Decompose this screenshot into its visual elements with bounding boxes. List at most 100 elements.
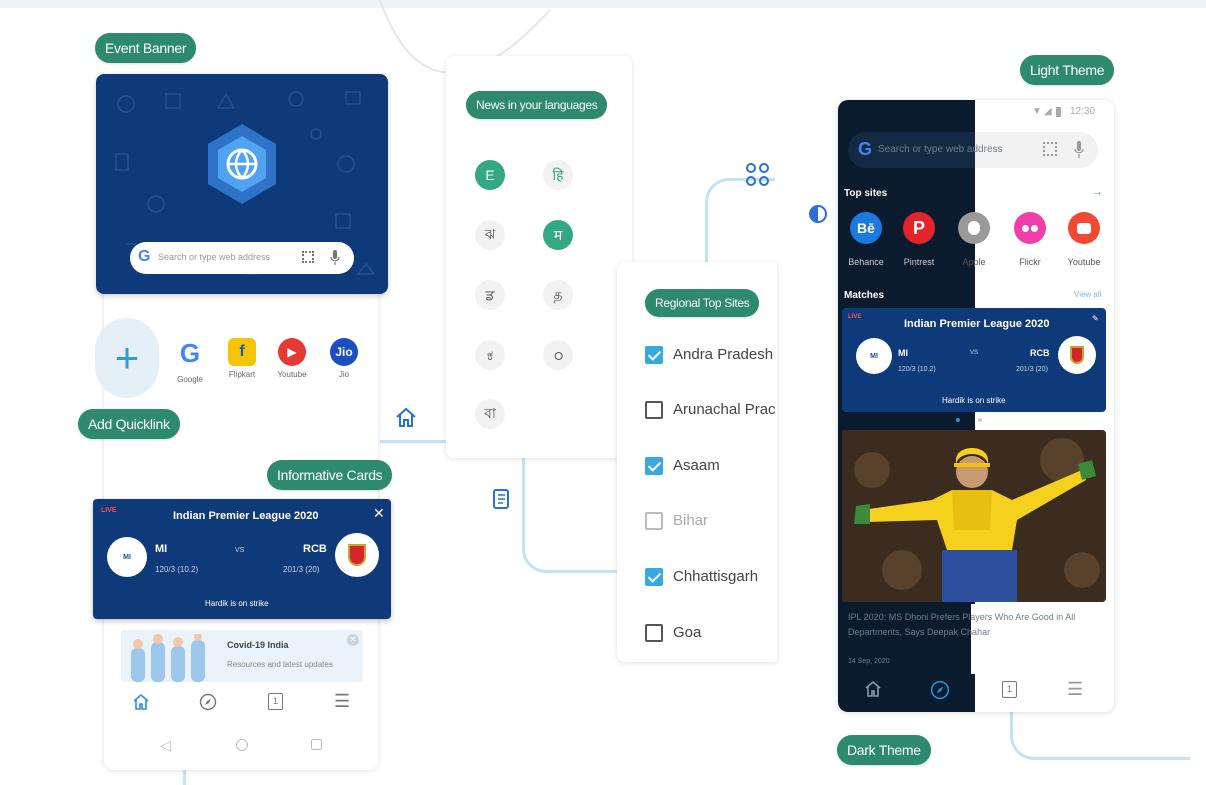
battery-icon [1056,107,1061,117]
language-bangla[interactable]: বা [475,399,505,429]
label-news-languages: News in your languages [466,91,608,119]
search-input[interactable]: Search or type web address [878,144,1003,155]
qr-scan-icon[interactable] [302,251,314,263]
live-badge: LIVE [848,314,862,320]
label-add-quicklink: Add Quicklink [78,409,180,439]
language-bengali[interactable]: ঝ [475,220,505,250]
match-status: Hardik is on strike [205,599,269,608]
news-headline-box[interactable]: IPL 2020: MS Dhoni Prefers Players Who A… [842,604,1106,674]
menu-icon[interactable]: ☰ [334,692,350,710]
google-icon: G [858,139,873,159]
language-marathi[interactable]: म [543,220,573,250]
mic-icon[interactable] [330,250,340,266]
home-icon [396,407,416,427]
qr-scan-icon[interactable] [1043,142,1057,156]
quicklink-youtube[interactable]: ▶ Youtube [272,338,312,390]
matches-label: Matches [844,290,885,301]
apple-icon[interactable] [958,212,990,244]
flickr-icon[interactable] [1014,212,1046,244]
status-bar: ▼ ◢ 12:30 [1028,104,1108,120]
plus-icon: + [114,334,140,381]
state-label: Andra Pradesh [673,346,774,363]
event-banner[interactable]: G Search or type web address [96,74,388,294]
quicklink-label: Google [177,375,203,384]
pin-icon[interactable]: ✎ [1092,314,1099,323]
match-title: Indian Premier League 2020 [904,318,1050,330]
quicklink-jio[interactable]: Jio Jio [324,338,364,390]
label-regional-top-sites: Regional Top Sites [645,289,760,317]
tabs-icon[interactable]: 1 [1002,681,1017,698]
language-tamil[interactable]: த [543,280,573,310]
checkbox-bihar[interactable] [645,512,663,530]
right-phone-frame: ▼ ◢ 12:30 G Search or type web address T… [838,100,1114,712]
checkbox-andra-pradesh[interactable] [645,346,663,364]
search-input[interactable]: Search or type web address [158,252,270,262]
language-english[interactable]: E [475,160,505,190]
home-nav-icon[interactable] [864,680,882,698]
wifi-icon: ▼ [1032,106,1042,117]
state-label: Arunachal Prac [673,401,776,418]
site-label: Youtube [1067,257,1101,267]
home-nav-icon[interactable] [132,693,150,711]
right-search-bar[interactable]: G Search or type web address [848,132,1098,168]
language-kannada[interactable]: ಕ [475,340,505,370]
language-malayalam[interactable]: ഠ [543,340,573,370]
news-image[interactable] [842,430,1106,602]
match-title: Indian Premier League 2020 [173,510,319,522]
home-circle-icon[interactable] [236,739,248,751]
quicklink-google[interactable]: G Google [170,338,210,390]
youtube-icon: ▶ [278,338,306,366]
app-showcase: G Search or type web address + G Google … [0,0,1206,785]
recents-icon[interactable] [311,739,322,750]
arrow-right-icon[interactable]: → [1092,186,1103,198]
tabs-icon[interactable]: 1 [268,693,283,710]
compass-icon[interactable] [930,680,950,700]
close-icon[interactable]: ✕ [373,505,385,522]
match-card[interactable]: LIVE Indian Premier League 2020 ✕ MI MI … [93,499,391,619]
language-punjabi[interactable]: ਡ [475,280,505,310]
team1-name: MI [898,348,908,358]
state-label: Bihar [673,512,709,529]
behance-icon[interactable]: Bē [850,212,882,244]
quicklink-label: Youtube [277,370,307,379]
news-headline: IPL 2020: MS Dhoni Prefers Players Who A… [848,612,1076,637]
compass-icon[interactable] [199,693,217,711]
quicklink-flipkart[interactable]: f Flipkart [222,338,262,390]
menu-icon[interactable]: ☰ [1067,680,1083,698]
connector-line [380,440,450,444]
site-label: Flickr [1019,257,1041,267]
view-all-link[interactable]: View all [1074,290,1101,299]
youtube-icon[interactable] [1068,212,1100,244]
state-label: Asaam [673,457,720,474]
team1-score: 120/3 (10.2) [898,366,936,373]
language-hindi[interactable]: हि [543,160,573,190]
back-icon[interactable]: ◁ [160,737,171,754]
checkbox-arunachal[interactable] [645,401,663,419]
flipkart-icon: f [228,338,256,366]
theme-icon [809,205,827,223]
top-band [0,0,1206,8]
signal-icon: ◢ [1044,106,1052,117]
state-label: Goa [673,624,702,641]
label-informative-cards: Informative Cards [267,460,393,490]
google-icon: G [179,338,201,368]
mic-icon[interactable] [1074,141,1084,159]
pinterest-icon[interactable]: P [903,212,935,244]
add-quicklink-button[interactable]: + [95,318,159,398]
checkbox-chhattisgarh[interactable] [645,568,663,586]
covid-card[interactable]: Covid-19 India Resources and latest upda… [121,630,363,682]
connector-line [522,455,622,573]
match-card[interactable]: LIVE Indian Premier League 2020 ✎ MI MI … [842,308,1106,412]
google-icon: G [138,248,151,265]
team2-name: RCB [1030,348,1050,358]
checkbox-asaam[interactable] [645,457,663,475]
match-status: Hardik is on strike [942,396,1006,405]
close-icon[interactable]: ✕ [347,634,359,646]
team1-score: 120/3 (10.2) [155,565,199,574]
news-date: 14 Sep, 2020 [848,658,890,665]
banner-search-bar[interactable]: G Search or type web address [130,242,354,274]
carousel-dot [978,418,982,422]
top-sites-label: Top sites [844,188,888,199]
checkbox-goa[interactable] [645,624,663,642]
cricketer-photo [842,430,1106,602]
